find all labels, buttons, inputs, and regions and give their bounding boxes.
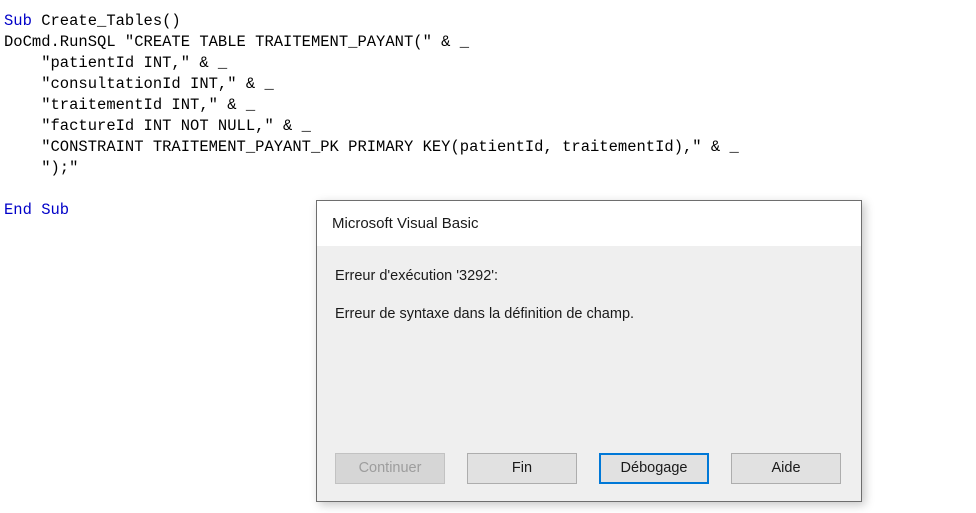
code-line: "traitementId INT," & _ (4, 95, 976, 116)
error-code-message: Erreur d'exécution '3292': (335, 268, 499, 284)
dialog-button-aide[interactable]: Aide (731, 452, 841, 484)
code-keyword: End Sub (4, 201, 70, 219)
code-text: "patientId INT," & _ (4, 54, 228, 72)
dialog-button-label: Aide (771, 460, 801, 476)
code-line: "patientId INT," & _ (4, 53, 976, 74)
code-text: Create_Tables() (31, 12, 181, 30)
dialog-button-debogage[interactable]: Débogage (599, 452, 709, 484)
dialog-body: Erreur d'exécution '3292': Erreur de syn… (317, 246, 861, 445)
error-description-message: Erreur de syntaxe dans la définition de … (335, 306, 635, 322)
code-line: Sub Create_Tables() (4, 11, 976, 32)
code-text: ");" (4, 159, 79, 177)
dialog-button-continuer: Continuer (335, 452, 445, 484)
dialog-button-fin[interactable]: Fin (467, 452, 577, 484)
visual-basic-error-dialog: Microsoft Visual Basic Erreur d'exécutio… (316, 200, 862, 502)
dialog-button-label: Continuer (358, 460, 422, 476)
code-text: DoCmd.RunSQL "CREATE TABLE TRAITEMENT_PA… (4, 33, 470, 51)
dialog-button-label: Fin (511, 460, 533, 476)
code-text: "traitementId INT," & _ (4, 96, 256, 114)
dialog-button-row: Continuer Fin Débogage Aide (317, 445, 861, 501)
code-text: "CONSTRAINT TRAITEMENT_PAYANT_PK PRIMARY… (4, 138, 739, 156)
code-text: "consultationId INT," & _ (4, 75, 274, 93)
code-line: "CONSTRAINT TRAITEMENT_PAYANT_PK PRIMARY… (4, 137, 976, 158)
dialog-title: Microsoft Visual Basic (332, 215, 479, 232)
code-line: ");" (4, 158, 976, 179)
code-line: "factureId INT NOT NULL," & _ (4, 116, 976, 137)
code-text: "factureId INT NOT NULL," & _ (4, 117, 311, 135)
dialog-titlebar: Microsoft Visual Basic (317, 201, 861, 246)
dialog-button-label: Débogage (620, 460, 688, 476)
code-line: "consultationId INT," & _ (4, 74, 976, 95)
code-keyword: Sub (4, 12, 32, 30)
code-line: DoCmd.RunSQL "CREATE TABLE TRAITEMENT_PA… (4, 32, 976, 53)
